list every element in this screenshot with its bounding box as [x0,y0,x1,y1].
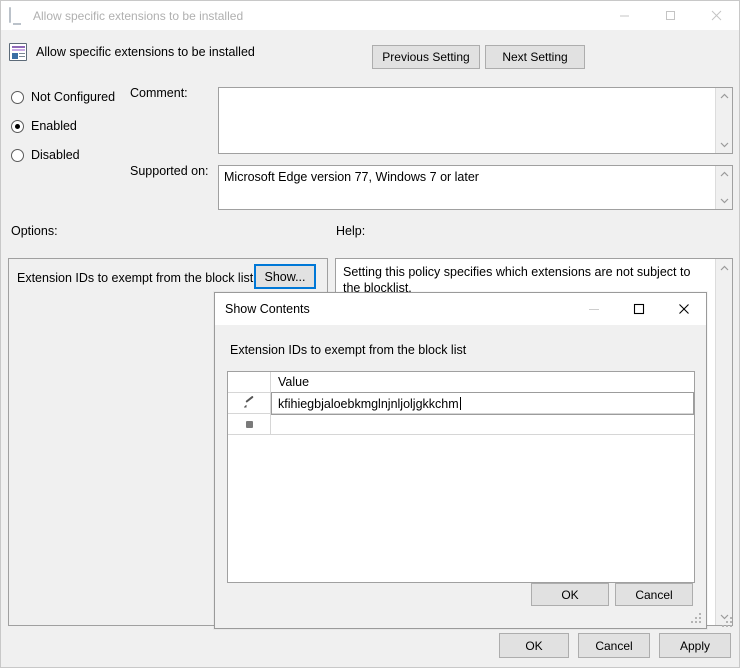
comment-value[interactable] [219,88,715,153]
apply-button[interactable]: Apply [659,633,731,658]
pencil-icon [243,398,256,409]
grid-header-row: Value [228,372,694,393]
help-label: Help: [336,224,366,238]
modal-titlebar: Show Contents [215,293,706,325]
maximize-icon[interactable] [647,1,693,30]
comment-field[interactable] [218,87,733,154]
scroll-down-icon[interactable] [716,193,733,209]
modal-title: Show Contents [225,302,310,316]
table-row[interactable]: kfihiegbjaloebkmglnjnljoljgkkchm [228,392,694,415]
radio-enabled[interactable]: Enabled [11,117,77,135]
grid-cell-value[interactable]: kfihiegbjaloebkmglnjnljoljgkkchm [271,392,694,415]
grid-cell-value[interactable] [271,414,694,434]
asterisk-icon [245,420,253,428]
modal-content-label: Extension IDs to exempt from the block l… [230,343,467,357]
modal-minimize-icon[interactable] [571,293,616,325]
policy-setting-icon [9,43,27,61]
modal-resize-grip[interactable] [691,613,703,625]
radio-not-configured[interactable]: Not Configured [11,88,115,106]
radio-enabled-mark [11,119,24,133]
grid-header-value: Value [278,375,310,389]
supported-on-value: Microsoft Edge version 77, Windows 7 or … [224,170,479,184]
radio-not-configured-label: Not Configured [31,90,116,104]
cancel-button[interactable]: Cancel [578,633,650,658]
radio-disabled-mark [11,148,24,162]
window-titlebar: Allow specific extensions to be installe… [1,1,739,30]
policy-setting-window: Allow specific extensions to be installe… [0,0,740,668]
close-icon[interactable] [693,1,739,30]
values-grid[interactable]: Value kfihiegbjaloebkmglnjnljoljgkkchm [227,371,695,583]
radio-disabled-label: Disabled [31,148,80,162]
extension-ids-label: Extension IDs to exempt from the block l… [17,271,254,285]
scroll-up-icon[interactable] [716,88,733,104]
window-resize-grip[interactable] [722,617,734,629]
previous-setting-button[interactable]: Previous Setting [372,45,480,69]
policy-header: Allow specific extensions to be installe… [1,31,739,73]
options-label: Options: [11,224,58,238]
scroll-up-icon[interactable] [716,259,733,276]
grid-header-gutter [228,372,271,392]
extension-id-value: kfihiegbjaloebkmglnjnljoljgkkchm [278,396,459,411]
scroll-up-icon[interactable] [716,166,733,182]
next-setting-button[interactable]: Next Setting [485,45,585,69]
radio-disabled[interactable]: Disabled [11,146,80,164]
supported-on-scrollbar[interactable] [715,166,732,209]
radio-enabled-label: Enabled [31,119,77,133]
modal-ok-button[interactable]: OK [531,583,609,606]
page-title: Allow specific extensions to be installe… [36,45,255,59]
supported-on-field: Microsoft Edge version 77, Windows 7 or … [218,165,733,210]
row-edit-marker [228,393,271,413]
radio-not-configured-mark [11,90,24,104]
scroll-down-icon[interactable] [716,137,733,153]
modal-cancel-button[interactable]: Cancel [615,583,693,606]
minimize-icon[interactable] [601,1,647,30]
modal-close-icon[interactable] [661,293,706,325]
modal-window-controls [571,293,706,325]
text-caret [459,397,461,410]
ok-button[interactable]: OK [499,633,569,658]
window-title: Allow specific extensions to be installe… [33,8,244,23]
modal-maximize-icon[interactable] [616,293,661,325]
comment-scrollbar[interactable] [715,88,732,153]
monitor-icon [9,6,25,24]
table-row[interactable] [228,414,694,435]
row-new-marker [228,414,271,434]
comment-label: Comment: [130,86,188,100]
show-contents-dialog: Show Contents Extension IDs to exempt fr… [214,292,707,629]
supported-on-label: Supported on: [130,164,209,178]
window-controls [601,1,739,30]
help-scrollbar[interactable] [715,259,732,625]
show-button[interactable]: Show... [254,264,316,289]
